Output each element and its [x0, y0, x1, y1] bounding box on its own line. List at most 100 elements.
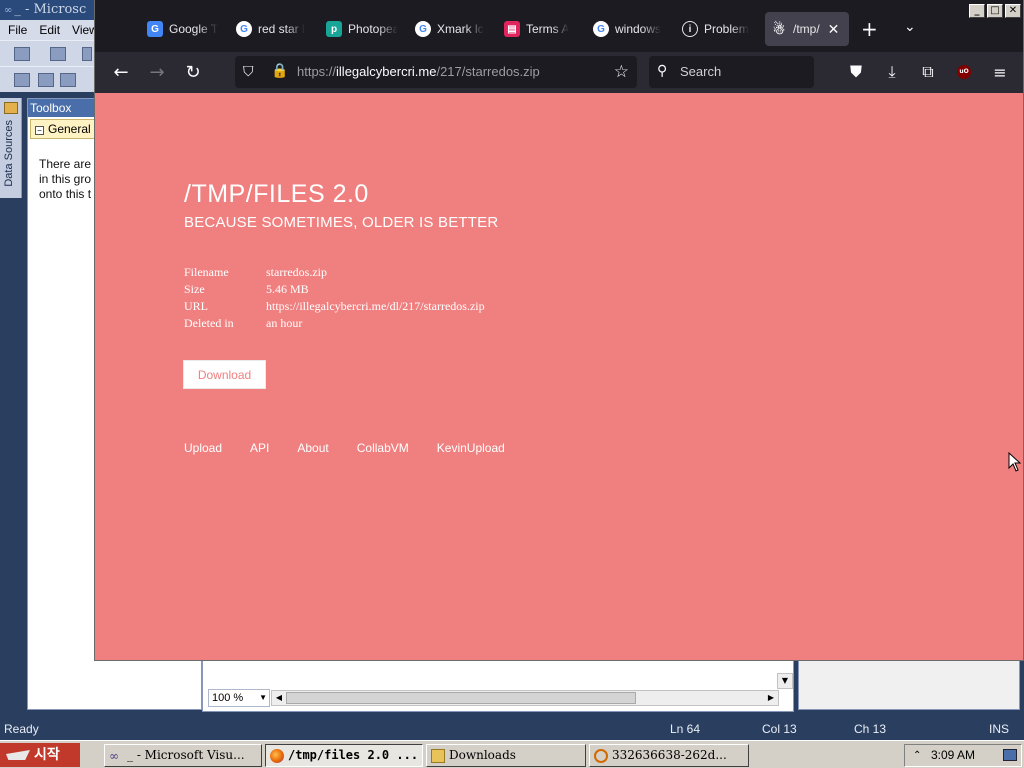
info-key: Filename: [184, 265, 229, 279]
tab-bar: G Google T Gred star l p Photopea G Xmark l…: [95, 0, 1023, 52]
add-item-icon[interactable]: [50, 47, 66, 61]
table-row: URL https://illegalcybercri.me/dl/217/sta…: [184, 299, 485, 316]
data-sources-tab[interactable]: Data Sources: [3, 120, 15, 187]
menu-file[interactable]: File: [2, 23, 33, 37]
firefox-icon: [270, 749, 284, 763]
start-button[interactable]: 시작: [0, 743, 80, 767]
page-content: /TMP/FILES 2.0 BECAUSE SOMETIMES, OLDER …: [95, 93, 1023, 660]
task-image-viewer[interactable]: 332636638-262d...: [589, 744, 749, 767]
tab-problem[interactable]: i Problem: [682, 12, 752, 46]
new-tab-button[interactable]: +: [861, 19, 878, 39]
footer-link-about[interactable]: About: [297, 441, 328, 455]
url-domain: illegalcybercri.me: [336, 64, 437, 79]
scroll-left-icon[interactable]: ◀: [272, 691, 286, 705]
tab-windows[interactable]: Gwindows: [593, 12, 665, 46]
tab-red-star[interactable]: Gred star l: [236, 12, 310, 46]
tab-google-translate[interactable]: G Google T: [147, 12, 221, 46]
tab-tmp-files[interactable]: ☃ /tmp/ ✕: [765, 12, 849, 46]
network-icon[interactable]: [1003, 749, 1017, 761]
data-sources-icon[interactable]: [4, 102, 18, 114]
horizontal-scrollbar[interactable]: ◀ ▶: [271, 690, 779, 706]
back-arrow-icon[interactable]: ←: [109, 60, 133, 84]
tab-title: red star l: [258, 22, 305, 36]
info-value[interactable]: https://illegalcybercri.me/dl/217/starre…: [266, 299, 485, 316]
taskbar: 시작 ∞ _ - Microsoft Visu... /tmp/files 2.0…: [0, 740, 1024, 768]
tab-title: /tmp/: [793, 22, 820, 36]
task-label: 332636638-262d...: [612, 748, 727, 762]
reload-icon[interactable]: ↻: [181, 60, 205, 84]
status-line: Ln 64: [670, 722, 701, 736]
footer-link-api[interactable]: API: [250, 441, 269, 455]
info-value: 5.46 MB: [266, 282, 309, 296]
new-project-icon[interactable]: [14, 47, 30, 61]
status-ready: Ready: [4, 722, 39, 736]
clock[interactable]: 3:09 AM: [931, 745, 975, 766]
footer-nav: Upload API About CollabVM KevinUpload: [184, 441, 533, 455]
file-info-table: Filename starredos.zip Size 5.46 MB URL htt…: [184, 265, 485, 333]
close-window-button[interactable]: ✕: [1005, 4, 1021, 18]
task-visual-studio[interactable]: ∞ _ - Microsoft Visu...: [104, 744, 262, 767]
size-icon[interactable]: [38, 73, 54, 87]
task-firefox[interactable]: /tmp/files 2.0 ...: [265, 744, 423, 767]
url-text[interactable]: https://illegalcybercri.me/217/starredos…: [297, 64, 540, 79]
search-placeholder: Search: [680, 64, 722, 79]
list-all-tabs-icon[interactable]: ⌄: [904, 19, 916, 35]
chevron-down-icon: ▼: [259, 693, 267, 702]
image-viewer-icon: [594, 749, 608, 763]
scroll-thumb[interactable]: [286, 692, 636, 704]
tab-title: Xmark lc: [437, 22, 484, 36]
download-button[interactable]: Download: [183, 360, 266, 389]
search-bar[interactable]: ⚲ Search: [649, 56, 814, 88]
align-icon[interactable]: [14, 73, 30, 87]
extensions-icon[interactable]: ⧉: [916, 60, 940, 84]
footer-link-kevinupload[interactable]: KevinUpload: [437, 441, 505, 455]
vs-status-bar: Ready Ln 64 Col 13 Ch 13 INS: [0, 718, 1024, 740]
scroll-right-icon[interactable]: ▶: [764, 691, 778, 705]
pocket-icon[interactable]: ⛊: [844, 60, 868, 84]
info-key: URL: [184, 299, 208, 313]
info-key: Deleted in: [184, 316, 234, 330]
tab-photopea[interactable]: p Photopea: [326, 12, 398, 46]
toolbox-group-label: General: [48, 122, 91, 136]
url-path: /217/starredos.zip: [436, 64, 540, 79]
tab-title: Problem: [704, 22, 749, 36]
tab-xmark[interactable]: G Xmark lc: [415, 12, 487, 46]
visual-studio-logo-icon: ∞: [4, 5, 13, 16]
footer-link-upload[interactable]: Upload: [184, 441, 222, 455]
tab-terms[interactable]: ▤ Terms A: [504, 12, 576, 46]
terms-icon: ▤: [504, 21, 520, 37]
folder-icon: [431, 749, 445, 763]
footer-link-collabvm[interactable]: CollabVM: [357, 441, 409, 455]
lock-icon[interactable]: 🔒: [271, 63, 288, 79]
browser-window: G Google T Gred star l p Photopea G Xmark l…: [94, 0, 1024, 661]
scroll-down-icon[interactable]: ▼: [777, 673, 793, 689]
task-downloads[interactable]: Downloads: [426, 744, 586, 767]
open-file-icon[interactable]: [82, 47, 92, 61]
hamburger-menu-icon[interactable]: ≡: [988, 60, 1012, 84]
mouse-cursor-icon: [1008, 452, 1022, 472]
tray-expand-icon[interactable]: ⌃: [913, 745, 921, 766]
ublock-origin-icon[interactable]: uO: [952, 60, 976, 84]
downloads-icon[interactable]: ⤓: [880, 60, 904, 84]
bookmark-star-icon[interactable]: ☆: [614, 62, 629, 82]
info-value: an hour: [266, 316, 303, 330]
tmp-icon: ☃: [772, 20, 786, 37]
editor-area: 100 % ▼ ◀ ▶ ▼: [202, 660, 794, 712]
zoom-dropdown[interactable]: 100 % ▼: [208, 689, 270, 707]
photopea-icon: p: [326, 21, 342, 37]
menu-edit[interactable]: Edit: [33, 23, 66, 37]
pointer-icon[interactable]: [60, 73, 76, 87]
google-icon: G: [236, 21, 252, 37]
minimize-button[interactable]: _: [969, 4, 985, 18]
page-subtitle: BECAUSE SOMETIMES, OLDER IS BETTER: [184, 214, 499, 231]
collapse-icon[interactable]: −: [35, 126, 44, 135]
shield-icon[interactable]: ⛉: [243, 64, 254, 80]
maximize-button[interactable]: □: [987, 4, 1003, 18]
close-tab-icon[interactable]: ✕: [828, 21, 840, 38]
forward-arrow-icon[interactable]: →: [145, 60, 169, 84]
google-icon: G: [415, 21, 431, 37]
start-logo-icon: [6, 750, 30, 760]
table-row: Size 5.46 MB: [184, 282, 485, 299]
navigation-toolbar: ← → ↻ ⛉ 🔒 https://illegalcybercri.me/217…: [95, 52, 1023, 93]
address-bar[interactable]: ⛉ 🔒 https://illegalcybercri.me/217/starr…: [235, 56, 637, 88]
